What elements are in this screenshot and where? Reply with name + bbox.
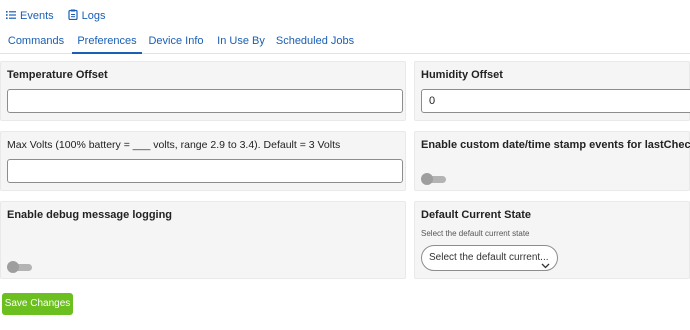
clipboard-icon xyxy=(68,9,78,23)
chevron-down-icon xyxy=(541,255,550,279)
default-state-selected: Select the default current... xyxy=(429,252,549,263)
events-link[interactable]: Events xyxy=(6,10,54,23)
default-state-label: Default Current State xyxy=(421,209,532,221)
tab-preferences[interactable]: Preferences xyxy=(72,28,142,54)
custom-timestamp-label: Enable custom date/time stamp events for… xyxy=(421,139,690,151)
debug-logging-toggle[interactable] xyxy=(7,261,33,273)
logs-link-label: Logs xyxy=(81,10,106,22)
humidity-offset-input[interactable] xyxy=(421,89,690,113)
humidity-offset-label: Humidity Offset xyxy=(421,69,503,81)
temperature-offset-card: Temperature Offset xyxy=(0,61,406,121)
custom-timestamp-card: Enable custom date/time stamp events for… xyxy=(414,131,690,191)
default-state-select[interactable]: Select the default current... xyxy=(421,245,558,271)
toggle-knob xyxy=(421,173,433,185)
max-volts-label: Max Volts (100% battery = ___ volts, ran… xyxy=(7,139,341,151)
logs-link[interactable]: Logs xyxy=(68,9,106,23)
custom-timestamp-toggle[interactable] xyxy=(421,173,447,185)
max-volts-card: Max Volts (100% battery = ___ volts, ran… xyxy=(0,131,406,191)
tab-in-use-by[interactable]: In Use By xyxy=(210,28,272,54)
save-changes-button[interactable]: Save Changes xyxy=(2,293,73,315)
humidity-offset-card: Humidity Offset xyxy=(414,61,690,121)
tab-device-info[interactable]: Device Info xyxy=(142,28,210,54)
default-state-hint: Select the default current state xyxy=(421,229,530,238)
debug-logging-label: Enable debug message logging xyxy=(7,209,173,221)
temperature-offset-label: Temperature Offset xyxy=(7,69,108,81)
max-volts-input[interactable] xyxy=(7,159,403,183)
tab-bar: Commands Preferences Device Info In Use … xyxy=(0,28,690,54)
list-icon xyxy=(6,10,16,23)
toggle-knob xyxy=(7,261,19,273)
tab-scheduled-jobs[interactable]: Scheduled Jobs xyxy=(272,28,358,54)
temperature-offset-input[interactable] xyxy=(7,89,403,113)
debug-logging-card: Enable debug message logging xyxy=(0,201,406,279)
top-links: Events Logs xyxy=(6,8,120,24)
default-state-card: Default Current State Select the default… xyxy=(414,201,690,279)
tab-commands[interactable]: Commands xyxy=(0,28,72,54)
events-link-label: Events xyxy=(20,10,54,22)
